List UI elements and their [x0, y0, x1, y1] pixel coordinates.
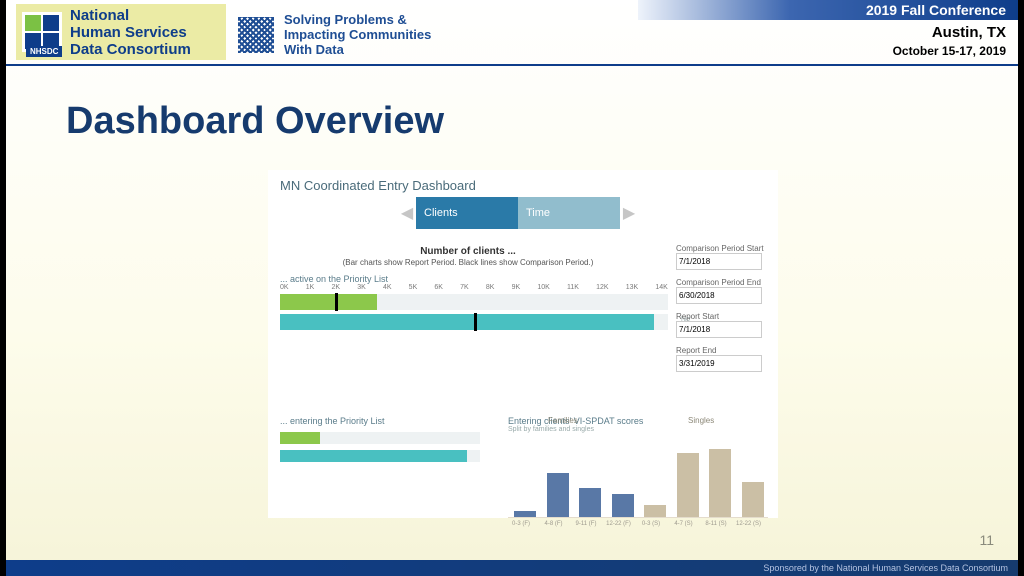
cmp-start-label: Comparison Period Start [676, 244, 772, 253]
vispdat-chart: Entering clients' VI-SPDAT scores Split … [508, 416, 768, 518]
header-rule [6, 64, 1018, 66]
group-families: Families [548, 416, 578, 425]
bar-row-yes: Yes [280, 294, 668, 310]
date-filters: Comparison Period Start Comparison Perio… [676, 244, 772, 380]
bar-yes-fill [280, 294, 377, 310]
cmp-start-input[interactable] [676, 253, 762, 270]
tab-time[interactable]: Time [518, 197, 620, 229]
slide-title: Dashboard Overview [66, 100, 444, 143]
header: National Human Services Data Consortium … [6, 0, 1018, 64]
entering-bar-yes [280, 432, 480, 444]
org-line2: Human Services [70, 24, 191, 41]
active-pl-label: ... active on the Priority List [280, 274, 388, 284]
vispdat-bar [709, 449, 731, 517]
vispdat-bar [579, 488, 601, 517]
vispdat-bar [514, 511, 536, 517]
page-number: 11 [979, 532, 994, 548]
vispdat-bar [677, 453, 699, 517]
tagline-line2: Impacting Communities [284, 27, 431, 42]
dashboard-panel: MN Coordinated Entry Dashboard ◀ Clients… [268, 170, 778, 518]
conference-banner: 2019 Fall Conference [638, 0, 1018, 20]
entering-pl-chart: ... entering the Priority List [280, 416, 480, 462]
entering-bar-no [280, 450, 480, 462]
vispdat-bar [644, 505, 666, 517]
tab-carousel: ◀ Clients Time ▶ [398, 196, 638, 230]
vispdat-plot: 0-3 (F)4-8 (F)9-11 (F)12-22 (F)0-3 (S)4-… [508, 447, 768, 518]
vispdat-bar [742, 482, 764, 517]
org-line3: Data Consortium [70, 41, 191, 58]
vispdat-title: Entering clients' VI-SPDAT scores [508, 416, 768, 426]
vispdat-bar [612, 494, 634, 517]
bar-row-no: No [280, 314, 668, 330]
conference-dates: October 15-17, 2019 [893, 44, 1006, 58]
rep-start-input[interactable] [676, 321, 762, 338]
vispdat-subtitle: Split by families and singles [508, 426, 768, 433]
tagline-line1: Solving Problems & [284, 12, 431, 27]
noc-subtitle: (Bar charts show Report Period. Black li… [268, 258, 668, 267]
entering-pl-label: ... entering the Priority List [280, 416, 480, 426]
org-line1: National [70, 7, 191, 24]
tagline-line3: With Data [284, 42, 431, 57]
rep-start-label: Report Start [676, 312, 772, 321]
bar-no-fill [280, 314, 654, 330]
cmp-end-input[interactable] [676, 287, 762, 304]
tagline: Solving Problems & Impacting Communities… [238, 12, 431, 57]
org-acronym: NHSDC [26, 46, 62, 57]
x-axis-ticks: 0K1K2K3K4K5K6K7K8K9K10K11K12K13K14K [280, 284, 668, 291]
vispdat-bar [547, 473, 569, 517]
dashboard-title: MN Coordinated Entry Dashboard [280, 178, 476, 193]
rep-end-label: Report End [676, 346, 772, 355]
comparison-mark-yes [335, 293, 338, 311]
chevron-left-icon[interactable]: ◀ [398, 196, 416, 230]
footer: Sponsored by the National Human Services… [6, 560, 1018, 576]
noc-title: Number of clients ... [268, 246, 668, 257]
group-singles: Singles [688, 416, 714, 425]
tab-clients[interactable]: Clients [416, 197, 518, 229]
chevron-right-icon[interactable]: ▶ [620, 196, 638, 230]
cmp-end-label: Comparison Period End [676, 278, 772, 287]
comparison-mark-no [474, 313, 477, 331]
org-logo: National Human Services Data Consortium … [16, 4, 226, 60]
rep-end-input[interactable] [676, 355, 762, 372]
abstract-data-icon [238, 17, 274, 53]
conference-location: Austin, TX [932, 24, 1006, 41]
